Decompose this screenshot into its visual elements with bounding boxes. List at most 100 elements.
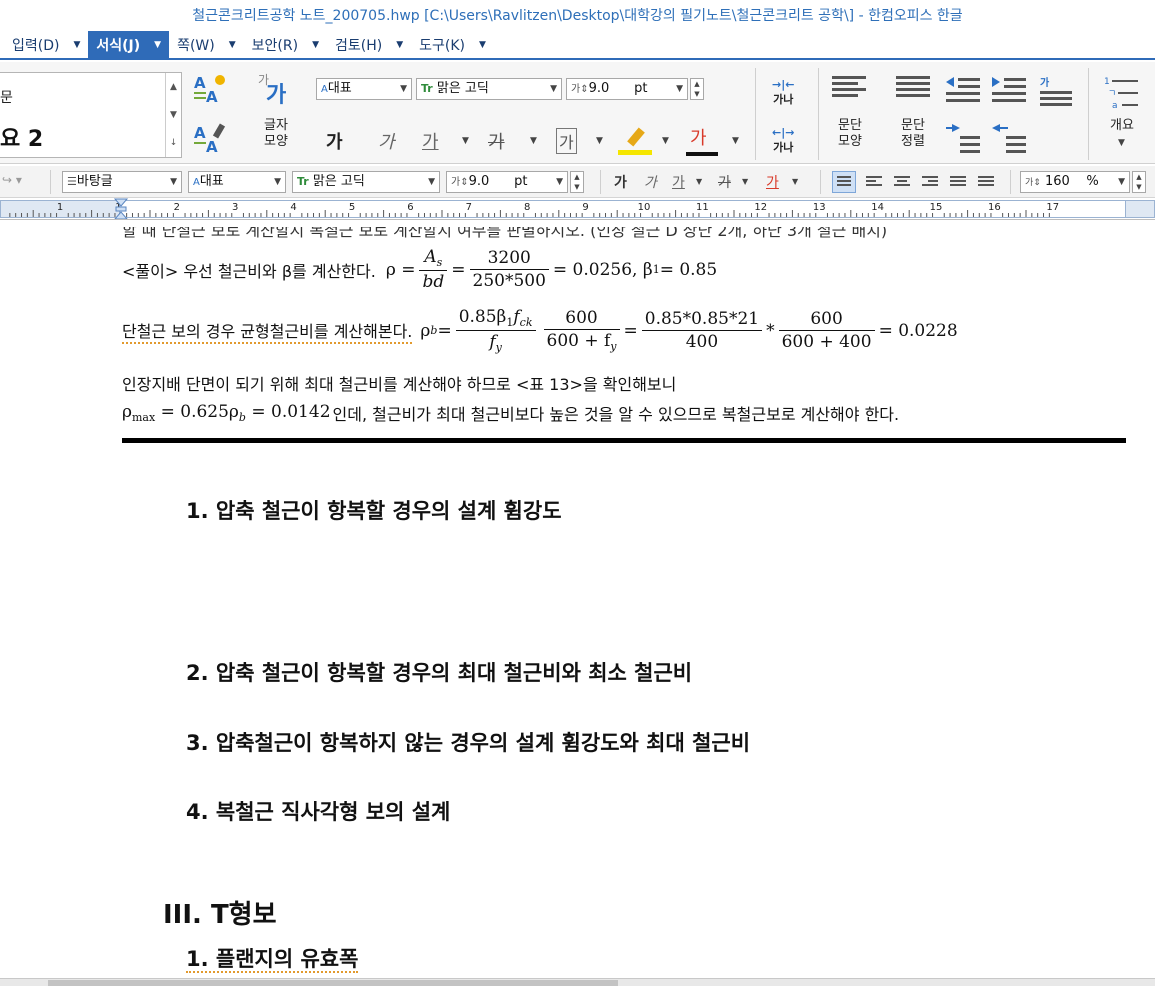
- font-color-button-small[interactable]: 가: [766, 172, 779, 192]
- style-add-icon[interactable]: AA: [192, 72, 228, 111]
- section-heading: 2. 압축 철근이 항복할 경우의 최대 철근비와 최소 철근비: [186, 661, 693, 685]
- font-value-small: 맑은 고딕: [312, 174, 365, 189]
- ruler[interactable]: 11234567891011121314151617: [0, 198, 1155, 220]
- font-combo-small[interactable]: Tr 맑은 고딕 ▼: [292, 171, 440, 193]
- math-ck-sub: ck: [519, 316, 533, 329]
- menu-tools[interactable]: 도구(K) ▼: [411, 31, 494, 59]
- style-gallery-scroll[interactable]: ▲ ▼ ↓: [165, 73, 181, 157]
- para-shape-icon[interactable]: [832, 76, 866, 100]
- math-eq: =: [437, 320, 452, 341]
- redo-icon[interactable]: ↪ ▾: [2, 173, 22, 187]
- align-distribute-icon[interactable]: [950, 176, 966, 188]
- chevron-down-icon[interactable]: ▼: [166, 101, 181, 129]
- chevron-down-icon[interactable]: ▼: [1118, 138, 1125, 148]
- chevron-down-icon[interactable]: ▼: [596, 136, 603, 146]
- char-list-icon[interactable]: 가: [1040, 74, 1072, 106]
- chevron-down-icon: ▼: [396, 40, 404, 50]
- align-center-icon[interactable]: [894, 176, 910, 188]
- para-style-combo[interactable]: ☰바탕글 ▼: [62, 171, 182, 193]
- svg-text:A: A: [194, 124, 206, 142]
- char-spacing-wide-icon[interactable]: ←|→ 가나: [772, 126, 794, 155]
- char-outline-button[interactable]: 가: [556, 128, 577, 154]
- para-shape-label[interactable]: 문단 모양: [830, 118, 870, 150]
- chevron-down-icon[interactable]: ▼: [732, 136, 739, 146]
- italic-button-small[interactable]: 가: [644, 172, 657, 192]
- size-combo-small[interactable]: 가⇕9.0 pt ▼: [446, 171, 568, 193]
- line-spacing-value: 160: [1044, 174, 1070, 189]
- divider: [600, 170, 601, 194]
- ruler-number: 15: [930, 202, 943, 213]
- char-spacing-narrow-icon[interactable]: →|← 가나: [772, 78, 794, 107]
- math-fraction: 600 600 + 400: [778, 309, 875, 352]
- style-edit-icon[interactable]: AA: [192, 122, 228, 161]
- menu-review[interactable]: 검토(H) ▼: [327, 31, 411, 59]
- indent-icon[interactable]: [992, 122, 1028, 158]
- chevron-up-icon[interactable]: ▲: [166, 73, 181, 101]
- balanced-ratio-line: 단철근 보의 경우 균형철근비를 계산해본다. ρb = 0.85β1fck fy…: [122, 307, 958, 354]
- expand-icon[interactable]: ↓: [166, 129, 181, 157]
- menu-security[interactable]: 보안(R) ▼: [244, 31, 327, 59]
- font-size-combo[interactable]: 가⇕9.0 pt ▼: [566, 78, 688, 100]
- char-shape-icon[interactable]: 가가: [256, 70, 294, 110]
- ribbon: 문 요 2 ▲ ▼ ↓ AA AA 가가 글자 모양 A대표 ▼ Tr 맑은 고딕 ▼…: [0, 62, 1155, 164]
- menu-format[interactable]: 서식(J) ▼: [88, 31, 170, 59]
- align-split-icon[interactable]: [978, 176, 994, 188]
- style-gallery-item[interactable]: 요 2: [0, 121, 43, 153]
- style-gallery[interactable]: 문 요 2 ▲ ▼ ↓: [0, 72, 182, 158]
- line-spacing-spinner[interactable]: ▲ ▼: [1132, 171, 1146, 193]
- menu-page[interactable]: 쪽(W) ▼: [169, 31, 244, 59]
- font-size-spinner[interactable]: ▲ ▼: [690, 78, 704, 100]
- align-right-icon[interactable]: [922, 176, 938, 188]
- lang-combo[interactable]: A대표 ▼: [188, 171, 286, 193]
- outdent-icon[interactable]: [946, 122, 982, 158]
- line-spacing-combo[interactable]: 가⇕ 160 % ▼: [1020, 171, 1130, 193]
- horizontal-scrollbar[interactable]: [0, 978, 1155, 986]
- chevron-down-icon[interactable]: ▼: [662, 136, 669, 146]
- font-size-value: 9.0: [588, 81, 610, 96]
- char-shape-label[interactable]: 글자 모양: [258, 118, 294, 150]
- underline-button-small[interactable]: 가: [672, 172, 685, 192]
- chevron-down-icon[interactable]: ▼: [530, 136, 537, 146]
- chevron-down-icon[interactable]: ▼: [742, 177, 748, 186]
- document-page[interactable]: 할 때 단철근 보로 계산할지 복철근 보로 계산할지 여부를 판별하시오. (…: [0, 221, 1155, 978]
- outline-label[interactable]: 개요: [1100, 118, 1144, 134]
- math-result: = 0.0256, β: [552, 259, 653, 280]
- indent-marker-icon[interactable]: [113, 198, 129, 219]
- chevron-down-icon: ▼: [154, 40, 162, 50]
- indent-right-icon[interactable]: [992, 74, 1028, 108]
- strikethrough-button-small[interactable]: 가: [718, 172, 731, 192]
- align-justify-button[interactable]: [832, 171, 856, 193]
- math-num: 3200: [469, 248, 549, 270]
- bold-button[interactable]: 가: [326, 128, 343, 154]
- font-color-button[interactable]: 가: [690, 124, 707, 150]
- section-heading: 1. 플랜지의 유효폭: [186, 943, 359, 973]
- size-spinner-small[interactable]: ▲ ▼: [570, 171, 584, 193]
- chevron-down-icon[interactable]: ▼: [462, 136, 469, 146]
- underline-button[interactable]: 가: [422, 128, 439, 154]
- lang-style-combo[interactable]: A대표 ▼: [316, 78, 412, 100]
- scrollbar-thumb[interactable]: [48, 980, 618, 986]
- indent-left-icon[interactable]: [946, 74, 982, 108]
- math-rho: ρ: [122, 402, 132, 422]
- chevron-down-icon: ▼: [556, 177, 563, 187]
- chevron-down-icon[interactable]: ▼: [696, 177, 702, 186]
- font-combo[interactable]: Tr 맑은 고딕 ▼: [416, 78, 562, 100]
- chevron-down-icon: ▼: [170, 177, 177, 187]
- strikethrough-button[interactable]: 가: [488, 128, 505, 154]
- svg-text:1: 1: [1104, 77, 1110, 87]
- italic-button[interactable]: 가: [378, 128, 395, 154]
- ruler-number: 8: [524, 202, 530, 213]
- ruler-number: 1: [57, 202, 63, 213]
- divider: [818, 68, 819, 160]
- para-align-label[interactable]: 문단 정렬: [890, 118, 936, 150]
- para-align-icon[interactable]: [896, 76, 930, 100]
- para-style-value: 바탕글: [76, 174, 113, 189]
- outline-icon[interactable]: 1 ㄱa: [1104, 74, 1140, 114]
- chevron-down-icon[interactable]: ▼: [792, 177, 798, 186]
- style-gallery-item[interactable]: 문: [0, 87, 13, 107]
- align-left-icon[interactable]: [866, 176, 882, 188]
- menu-insert[interactable]: 입력(D) ▼: [4, 31, 88, 59]
- chevron-down-icon: ▼: [676, 84, 683, 94]
- bold-button-small[interactable]: 가: [614, 172, 627, 192]
- highlight-icon[interactable]: [618, 126, 654, 160]
